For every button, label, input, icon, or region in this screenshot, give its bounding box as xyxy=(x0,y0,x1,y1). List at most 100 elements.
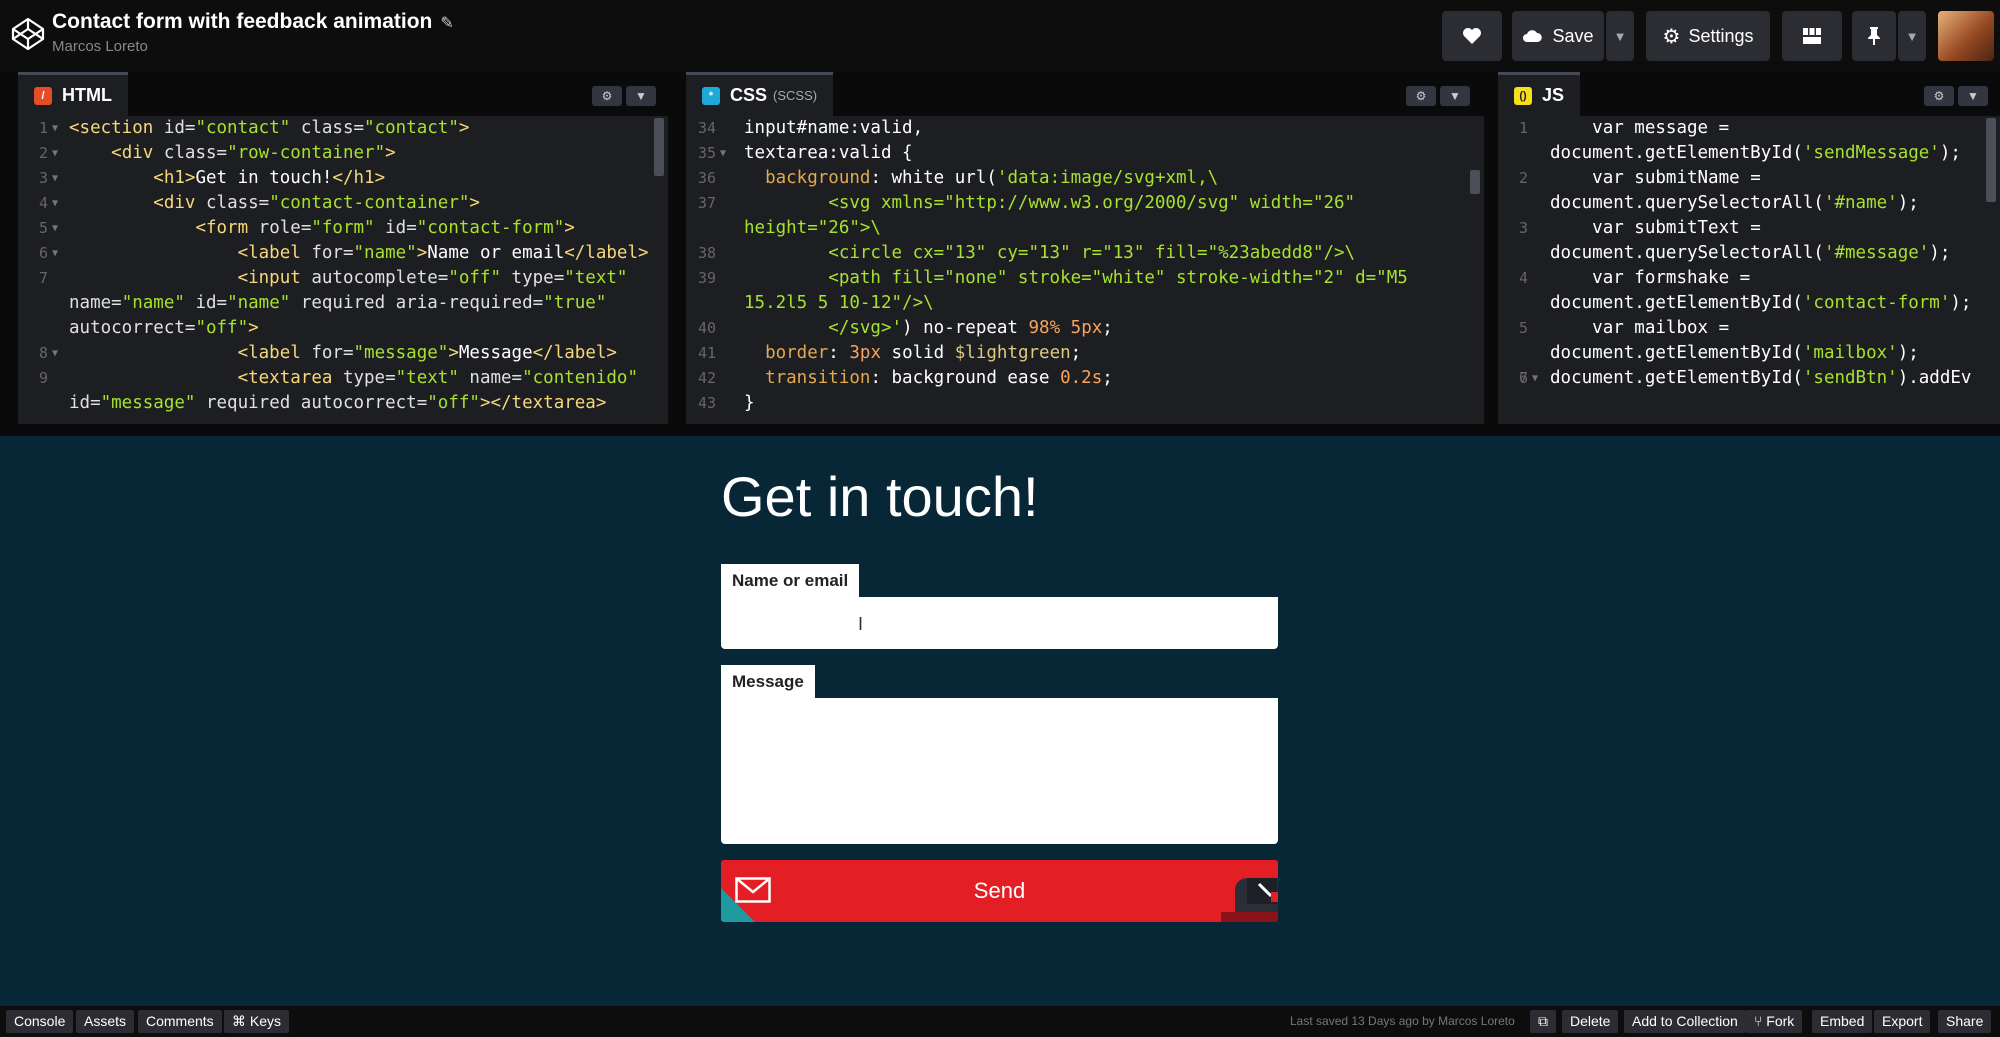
fold-arrow-icon[interactable]: ▼ xyxy=(52,341,58,366)
user-avatar[interactable] xyxy=(1938,11,1994,61)
assets-button[interactable]: Assets xyxy=(76,1010,135,1033)
code-line[interactable]: 42 transition: background ease 0.2s; xyxy=(686,366,1470,391)
code-line[interactable]: document.querySelectorAll('#message'); xyxy=(1498,241,1986,266)
js-editor-header: () JS ⚙ ▼ xyxy=(1498,72,2000,116)
line-number: 36 xyxy=(697,169,716,187)
code-line[interactable]: height="26">\ xyxy=(686,216,1470,241)
comments-button[interactable]: Comments xyxy=(138,1010,222,1033)
fold-arrow-icon[interactable]: ▼ xyxy=(720,141,726,166)
html-editor-tab[interactable]: / HTML xyxy=(18,72,128,116)
code-line[interactable]: 7 ▼ document.getElementById('sendBtn').add… xyxy=(1498,366,1986,391)
save-button[interactable]: Save xyxy=(1512,11,1604,61)
code-line[interactable]: 3 ▼ <h1>Get in touch!</h1> xyxy=(18,166,654,191)
css-editor-tab[interactable]: * CSS (SCSS) xyxy=(686,72,834,116)
gear-icon: ⚙ xyxy=(1933,89,1945,103)
code-text: input#name:valid, xyxy=(744,118,924,138)
pin-dropdown-button[interactable]: ▼ xyxy=(1898,11,1926,61)
export-button[interactable]: Export xyxy=(1874,1010,1931,1033)
code-line[interactable]: 34 input#name:valid, xyxy=(686,116,1470,141)
js-editor-tab[interactable]: () JS xyxy=(1498,72,1581,116)
code-line[interactable]: 15.2l5 5 10-12"/>\ xyxy=(686,291,1470,316)
pencil-edit-icon[interactable]: ✎ xyxy=(440,15,453,32)
code-line[interactable]: 35 ▼ textarea:valid { xyxy=(686,141,1470,166)
js-editor-collapse-button[interactable]: ▼ xyxy=(1958,86,1988,106)
embed-button[interactable]: Embed xyxy=(1812,1010,1873,1033)
fold-arrow-icon[interactable]: ▼ xyxy=(1532,366,1538,391)
code-line[interactable]: 9 <textarea type="text" name="contenido" xyxy=(18,366,654,391)
code-line[interactable]: 4 ▼ <div class="contact-container"> xyxy=(18,191,654,216)
line-number: 35 xyxy=(697,144,716,162)
fork-button[interactable]: ⑂ Fork xyxy=(1746,1010,1803,1033)
code-line[interactable]: 37 <svg xmlns="http://www.w3.org/2000/sv… xyxy=(686,191,1470,216)
pen-title[interactable]: Contact form with feedback animation ✎ xyxy=(52,10,454,34)
code-line[interactable]: 7 <input autocomplete="off" type="text" xyxy=(18,266,654,291)
code-line[interactable]: document.getElementById('mailbox'); xyxy=(1498,341,1986,366)
code-line[interactable]: 5 ▼ <form role="form" id="contact-form"> xyxy=(18,216,654,241)
heart-button[interactable] xyxy=(1442,11,1502,61)
code-line[interactable]: 38 <circle cx="13" cy="13" r="13" fill="… xyxy=(686,241,1470,266)
code-text: var message = xyxy=(1592,118,1730,138)
code-line[interactable]: 43} xyxy=(686,391,1470,416)
add-to-collection-button[interactable]: Add to Collection xyxy=(1624,1010,1746,1033)
code-line[interactable]: 41 border: 3px solid $lightgreen; xyxy=(686,341,1470,366)
code-line[interactable]: 1 var message = xyxy=(1498,116,1986,141)
pen-author[interactable]: Marcos Loreto xyxy=(52,38,148,55)
message-textarea[interactable] xyxy=(721,698,1278,844)
css-code-area[interactable]: 34 input#name:valid, 35 ▼ textarea:valid {36… xyxy=(686,116,1470,424)
js-editor-settings-button[interactable]: ⚙ xyxy=(1924,86,1954,106)
code-text: document.getElementById('sendMessage'); xyxy=(1550,143,1961,163)
code-text: <label for="message">Message</label> xyxy=(237,343,617,363)
code-line[interactable]: 39 <path fill="none" stroke="white" stro… xyxy=(686,266,1470,291)
code-line[interactable]: 6 ▼ <label for="name">Name or email</labe… xyxy=(18,241,654,266)
fold-arrow-icon[interactable]: ▼ xyxy=(52,241,58,266)
html-editor-collapse-button[interactable]: ▼ xyxy=(626,86,656,106)
js-editor-scrollbar[interactable] xyxy=(1986,118,1996,202)
code-text: name="name" id="name" required aria-requ… xyxy=(69,293,607,313)
code-line[interactable]: name="name" id="name" required aria-requ… xyxy=(18,291,654,316)
open-external-button[interactable]: ⧉ xyxy=(1530,1010,1556,1033)
css-editor: * CSS (SCSS) ⚙ ▼ 34 input#name:valid, 35 ▼ t… xyxy=(686,72,1484,424)
code-line[interactable]: 4 var formshake = xyxy=(1498,266,1986,291)
code-text: <textarea type="text" name="contenido" xyxy=(237,368,638,388)
pin-button[interactable] xyxy=(1852,11,1896,61)
code-line[interactable]: 3 var submitText = xyxy=(1498,216,1986,241)
code-line[interactable]: 8 ▼ <label for="message">Message</label> xyxy=(18,341,654,366)
code-line[interactable]: autocorrect="off"> xyxy=(18,316,654,341)
code-line[interactable]: 2 var submitName = xyxy=(1498,166,1986,191)
delete-button[interactable]: Delete xyxy=(1562,1010,1619,1033)
css-editor-collapse-button[interactable]: ▼ xyxy=(1440,86,1470,106)
code-line[interactable]: document.querySelectorAll('#name'); xyxy=(1498,191,1986,216)
code-line[interactable]: 2 ▼ <div class="row-container"> xyxy=(18,141,654,166)
save-dropdown-button[interactable]: ▼ xyxy=(1606,11,1634,61)
fold-arrow-icon[interactable]: ▼ xyxy=(52,216,58,241)
code-line[interactable]: 36 background: white url('data:image/svg… xyxy=(686,166,1470,191)
fold-arrow-icon[interactable]: ▼ xyxy=(52,141,58,166)
fold-arrow-icon[interactable]: ▼ xyxy=(52,116,58,141)
code-line[interactable]: document.getElementById('contact-form'); xyxy=(1498,291,1986,316)
html-editor-settings-button[interactable]: ⚙ xyxy=(592,86,622,106)
html-editor-scrollbar[interactable] xyxy=(654,118,664,176)
codepen-logo-icon[interactable] xyxy=(10,16,46,52)
keys-button[interactable]: ⌘ Keys xyxy=(224,1010,290,1033)
console-button[interactable]: Console xyxy=(6,1010,74,1033)
js-code-area[interactable]: 1 var message = document.getElementById('… xyxy=(1498,116,1986,424)
fold-arrow-icon[interactable]: ▼ xyxy=(52,166,58,191)
code-line[interactable]: 5 var mailbox = xyxy=(1498,316,1986,341)
code-text: <input autocomplete="off" type="text" xyxy=(237,268,628,288)
css-editor-scrollbar[interactable] xyxy=(1470,170,1480,194)
settings-button[interactable]: ⚙ Settings xyxy=(1646,11,1770,61)
layout-grid-icon xyxy=(1803,28,1821,44)
name-or-email-input[interactable] xyxy=(721,597,1278,649)
fold-arrow-icon[interactable]: ▼ xyxy=(52,191,58,216)
chevron-down-icon: ▼ xyxy=(635,89,647,103)
change-view-button[interactable] xyxy=(1782,11,1842,61)
send-button[interactable]: Send xyxy=(721,860,1278,922)
code-line[interactable]: id="message" required autocorrect="off">… xyxy=(18,391,654,416)
share-button[interactable]: Share xyxy=(1938,1010,1992,1033)
css-editor-settings-button[interactable]: ⚙ xyxy=(1406,86,1436,106)
line-number: 42 xyxy=(697,369,716,387)
html-code-area[interactable]: 1 ▼ <section id="contact" class="contact">… xyxy=(18,116,654,424)
code-line[interactable]: 1 ▼ <section id="contact" class="contact"> xyxy=(18,116,654,141)
code-line[interactable]: document.getElementById('sendMessage'); xyxy=(1498,141,1986,166)
code-line[interactable]: 40 </svg>') no-repeat 98% 5px; xyxy=(686,316,1470,341)
